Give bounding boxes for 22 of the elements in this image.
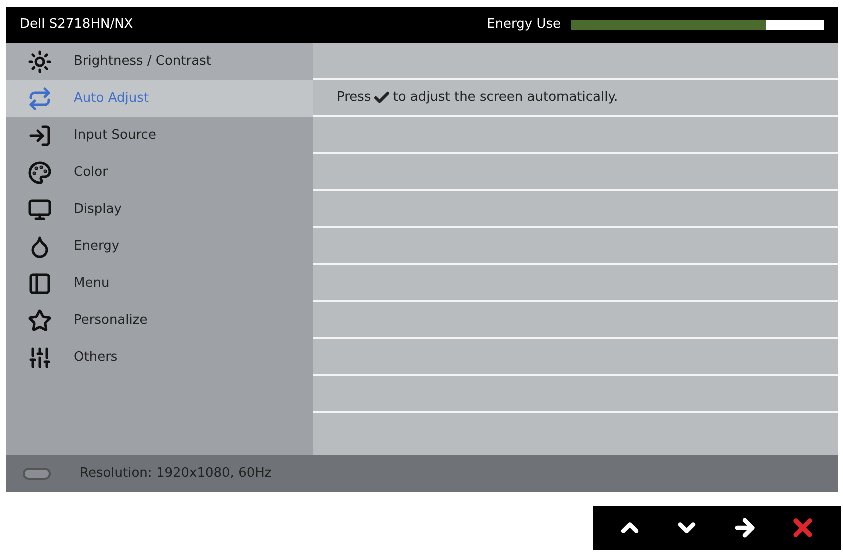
message-text: to adjust the screen automatically. [393, 88, 618, 107]
panel-icon [28, 272, 52, 296]
menu-item[interactable]: Personalize [6, 302, 313, 339]
sliders-icon [28, 346, 52, 370]
message-text: Press [337, 88, 372, 107]
monitor-icon [28, 198, 52, 222]
menu-item[interactable]: Brightness / Contrast [6, 43, 313, 80]
energy-label: Energy Use [487, 16, 561, 34]
window-title: Dell S2718HN/NX [20, 16, 134, 34]
menu-item[interactable]: Others [6, 339, 313, 376]
menu-item[interactable]: Energy [6, 228, 313, 265]
menu-item[interactable]: Menu [6, 265, 313, 302]
resolution-text: Resolution: 1920x1080, 60Hz [80, 464, 272, 483]
star-icon [28, 308, 52, 332]
sun-icon [28, 50, 52, 74]
palette-icon [28, 160, 52, 184]
menu-item[interactable]: Color [6, 154, 313, 191]
connector-icon [22, 466, 52, 480]
menu-item[interactable]: Display [6, 191, 313, 228]
repeat-arrows-icon [28, 86, 52, 110]
menu-item[interactable]: Input Source [6, 117, 313, 154]
input-arrow-icon [28, 124, 52, 148]
